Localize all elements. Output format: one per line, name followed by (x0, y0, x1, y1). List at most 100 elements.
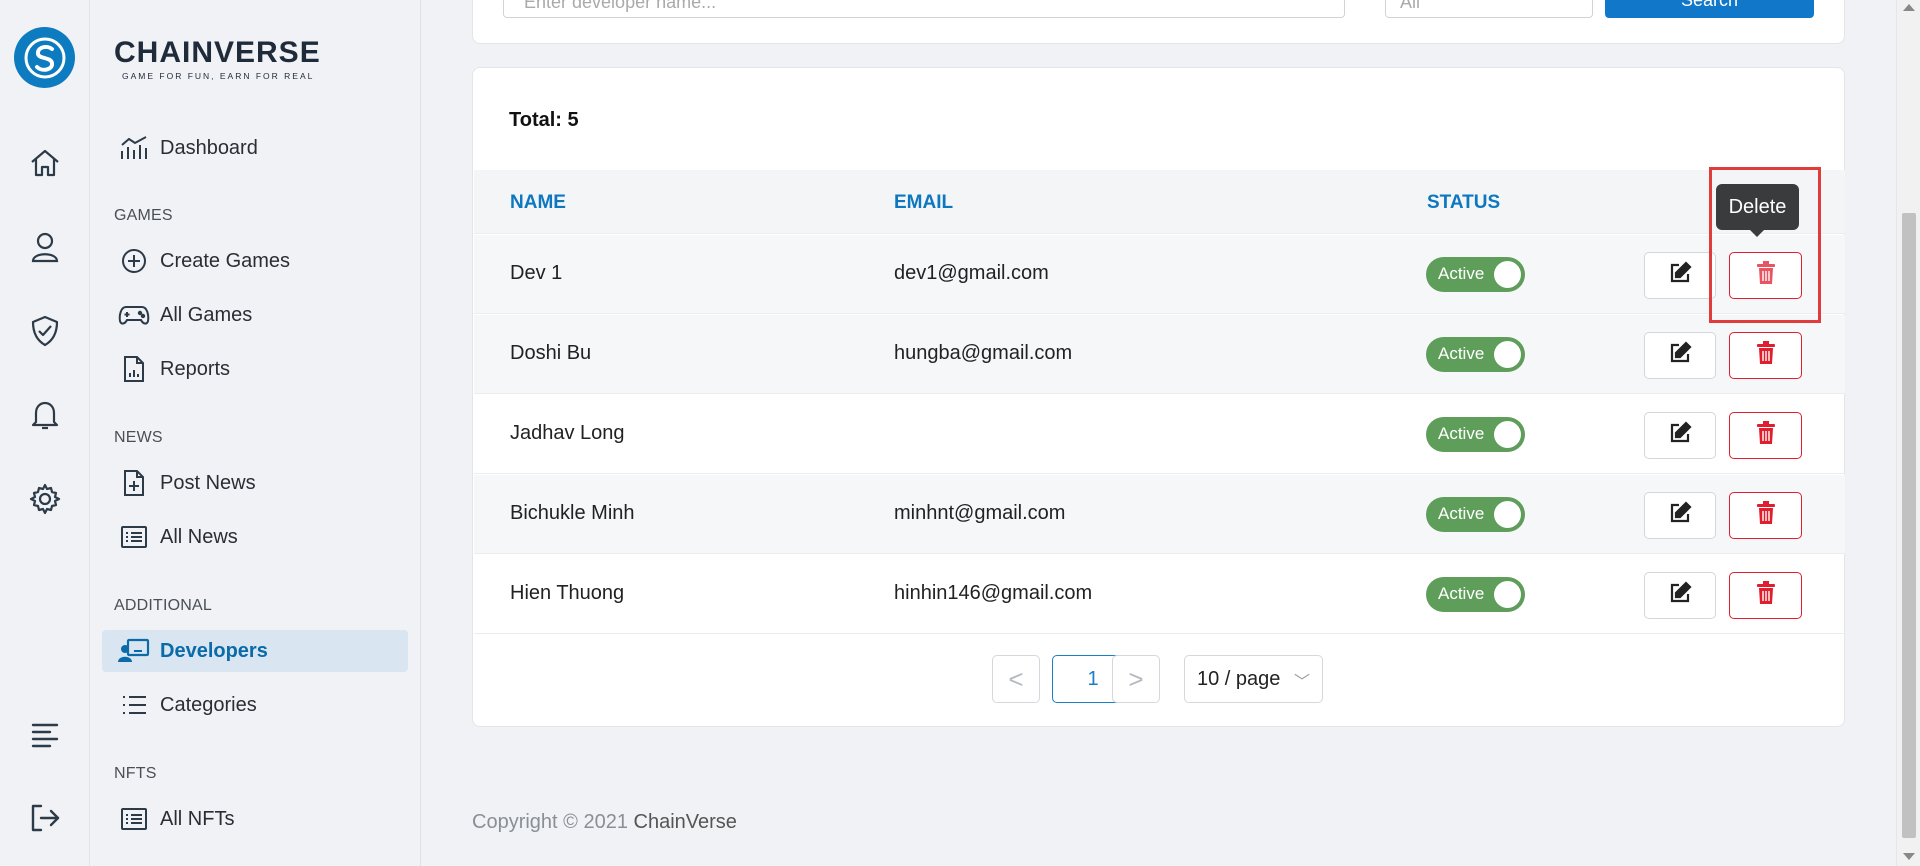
pagination-next-button[interactable]: > (1112, 655, 1160, 703)
edit-button[interactable] (1644, 492, 1716, 539)
status-select[interactable]: All (1385, 0, 1593, 18)
edit-icon (1668, 421, 1692, 450)
sidebar-item-post-news[interactable]: Post News (102, 462, 408, 504)
section-nfts: NFTS (114, 765, 157, 782)
pagination-prev-button[interactable]: < (992, 655, 1040, 703)
gear-icon[interactable] (27, 481, 63, 517)
brand-name: CHAINVERSE (114, 36, 321, 69)
sidebar-item-categories[interactable]: Categories (102, 684, 408, 726)
sidebar-item-reports[interactable]: Reports (102, 348, 408, 390)
scroll-up-icon[interactable] (1903, 4, 1915, 11)
copyright-text: Copyright © 2021 (472, 811, 628, 833)
edit-button[interactable] (1644, 252, 1716, 299)
table-row: Doshi Bu hungba@gmail.com Active (474, 315, 1845, 394)
icon-rail (0, 0, 90, 866)
trash-icon (1756, 341, 1776, 370)
bell-icon[interactable] (27, 397, 63, 433)
delete-button[interactable] (1729, 492, 1802, 539)
status-toggle[interactable]: Active (1426, 417, 1525, 452)
scrollbar-thumb[interactable] (1902, 213, 1916, 838)
user-icon[interactable] (27, 229, 63, 265)
edit-icon (1668, 501, 1692, 530)
search-button[interactable]: Search (1605, 0, 1814, 18)
brand-tagline: GAME FOR FUN, EARN FOR REAL (122, 71, 315, 81)
logout-icon[interactable] (27, 800, 63, 836)
toggle-knob (1494, 501, 1521, 528)
status-label: Active (1438, 504, 1485, 523)
developers-table-card: Total: 5 NAME EMAIL STATUS Dev 1 dev1@gm… (472, 67, 1845, 727)
page-size-value: 10 / page (1197, 667, 1281, 690)
status-toggle[interactable]: Active (1426, 337, 1525, 372)
sidebar-item-label: All Games (160, 303, 253, 326)
developer-board-icon (102, 638, 156, 664)
toggle-knob (1494, 581, 1521, 608)
sidebar-item-label: All News (160, 525, 238, 548)
footer: Copyright © 2021 ChainVerse (472, 811, 737, 834)
sidebar: CHAINVERSE GAME FOR FUN, EARN FOR REAL D… (91, 0, 421, 866)
home-icon[interactable] (27, 145, 63, 181)
table-header: NAME EMAIL STATUS (474, 170, 1845, 234)
status-label: Active (1438, 264, 1485, 283)
status-toggle[interactable]: Active (1426, 497, 1525, 532)
column-header-email[interactable]: EMAIL (894, 192, 953, 214)
status-label: Active (1438, 424, 1485, 443)
section-games: GAMES (114, 207, 173, 224)
page-size-select[interactable]: 10 / page ﹀ (1184, 655, 1323, 703)
section-news: NEWS (114, 429, 163, 446)
menu-icon[interactable] (27, 717, 63, 753)
developer-name: Doshi Bu (510, 342, 592, 364)
delete-button[interactable] (1729, 572, 1802, 619)
chainverse-logo-icon[interactable] (14, 27, 75, 88)
sidebar-item-label: Post News (160, 471, 256, 494)
developer-email: minhnt@gmail.com (894, 502, 1066, 524)
search-input[interactable]: Enter developer name... (503, 0, 1345, 18)
delete-tooltip: Delete (1716, 184, 1799, 237)
shield-icon[interactable] (27, 313, 63, 349)
table-row: Bichukle Minh minhnt@gmail.com Active (474, 475, 1845, 554)
page-scrollbar[interactable] (1896, 0, 1920, 866)
toggle-knob (1494, 421, 1521, 448)
table-row: Dev 1 dev1@gmail.com Active (474, 235, 1845, 314)
edit-button[interactable] (1644, 572, 1716, 619)
table-row: Hien Thuong hinhin146@gmail.com Active (474, 555, 1845, 634)
delete-button[interactable] (1729, 412, 1802, 459)
scroll-down-icon[interactable] (1903, 853, 1915, 860)
table-row: Jadhav Long Active (474, 395, 1845, 474)
sidebar-item-developers[interactable]: Developers (102, 630, 408, 672)
filter-card: Enter developer name... All Search (472, 0, 1845, 44)
section-additional: ADDITIONAL (114, 597, 213, 614)
trash-icon (1756, 581, 1776, 610)
sidebar-item-all-nfts[interactable]: All NFTs (102, 798, 408, 840)
sidebar-item-label: Reports (160, 357, 231, 380)
list-box-icon (102, 525, 156, 549)
sidebar-item-all-news[interactable]: All News (102, 516, 408, 558)
column-header-status[interactable]: STATUS (1427, 192, 1500, 214)
status-label: Active (1438, 584, 1485, 603)
sidebar-item-label: Dashboard (160, 136, 258, 159)
report-file-icon (102, 355, 156, 383)
status-toggle[interactable]: Active (1426, 257, 1525, 292)
developer-name: Jadhav Long (510, 422, 625, 444)
delete-button[interactable] (1729, 332, 1802, 379)
edit-button[interactable] (1644, 412, 1716, 459)
edit-icon (1668, 341, 1692, 370)
status-label: Active (1438, 344, 1485, 363)
status-toggle[interactable]: Active (1426, 577, 1525, 612)
developer-name: Bichukle Minh (510, 502, 635, 524)
sidebar-item-label: Categories (160, 693, 257, 716)
sidebar-item-dashboard[interactable]: Dashboard (102, 127, 408, 169)
brand-logo[interactable]: CHAINVERSE GAME FOR FUN, EARN FOR REAL (114, 36, 321, 82)
edit-button[interactable] (1644, 332, 1716, 379)
gamepad-icon (102, 303, 156, 327)
delete-button[interactable] (1729, 252, 1802, 299)
developer-name: Dev 1 (510, 262, 563, 284)
sidebar-item-all-games[interactable]: All Games (102, 294, 408, 336)
plus-circle-icon (102, 247, 156, 275)
chevron-down-icon: ﹀ (1293, 674, 1310, 691)
footer-brand-link[interactable]: ChainVerse (634, 811, 737, 833)
sidebar-item-create-games[interactable]: Create Games (102, 240, 408, 282)
developer-name: Hien Thuong (510, 582, 625, 604)
edit-icon (1668, 581, 1692, 610)
column-header-name[interactable]: NAME (510, 192, 566, 214)
file-plus-icon (102, 469, 156, 497)
